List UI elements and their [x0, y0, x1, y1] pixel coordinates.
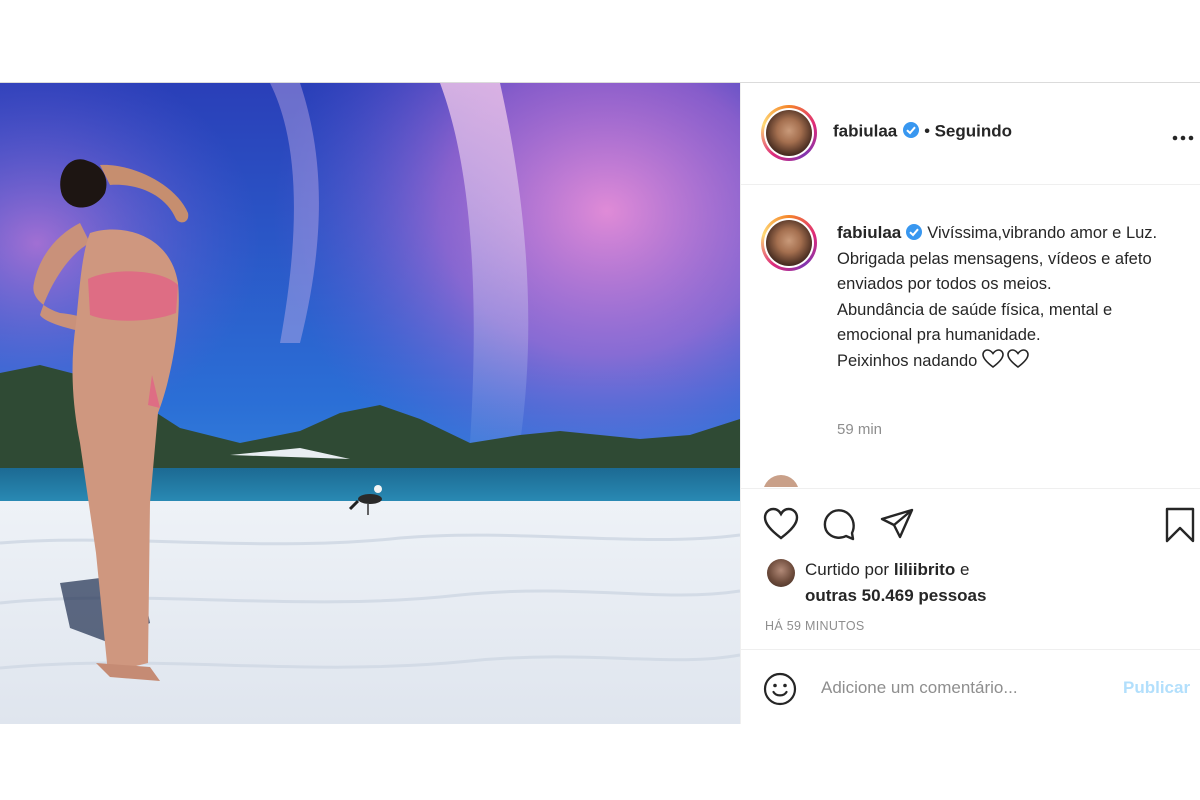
verified-badge-icon: [902, 121, 920, 144]
comment-input[interactable]: Adicione um comentário...: [821, 678, 1018, 698]
next-comment-peek: [763, 475, 799, 487]
comment-icon[interactable]: [821, 507, 857, 548]
liker-avatar[interactable]: [767, 559, 795, 587]
post-actions: Curtido por liliibrito e outras 50.469 p…: [741, 488, 1200, 724]
publish-button[interactable]: Publicar: [1123, 678, 1190, 698]
header-separator: •: [924, 121, 931, 141]
likes-prefix: Curtido por: [805, 560, 890, 579]
heart-icon[interactable]: [763, 507, 799, 546]
caption-line-2: Obrigada pelas mensagens, vídeos e afeto…: [837, 249, 1152, 294]
heart-emoji-icon: [982, 348, 1030, 378]
caption-username[interactable]: fabiulaa: [837, 223, 901, 242]
header-meta: fabiulaa • Seguindo: [833, 121, 1012, 144]
post-timestamp[interactable]: HÁ 59 MINUTOS: [765, 619, 865, 633]
more-dots-icon[interactable]: [1171, 129, 1195, 147]
caption-line-1: Vivíssima,vibrando amor e Luz.: [927, 224, 1158, 242]
verified-badge-icon: [905, 221, 927, 247]
likes-user-link[interactable]: liliibrito: [894, 560, 955, 579]
post-header: fabiulaa • Seguindo: [741, 83, 1200, 185]
caption-line-4: Peixinhos nadando: [837, 351, 978, 370]
beach-photo-image: [0, 83, 740, 724]
author-avatar[interactable]: [761, 105, 817, 161]
comment-bar: Adicione um comentário... Publicar: [741, 649, 1200, 725]
instagram-post: fabiulaa • Seguindo fabiulaa Vivíssima,vi…: [0, 82, 1200, 724]
bookmark-icon[interactable]: [1163, 507, 1197, 548]
caption-avatar[interactable]: [761, 215, 817, 271]
emoji-icon[interactable]: [763, 672, 797, 711]
author-username[interactable]: fabiulaa: [833, 122, 897, 141]
likes-others-link[interactable]: outras 50.469 pessoas: [805, 586, 986, 605]
post-caption: fabiulaa Vivíssima,vibrando amor e Luz. O…: [837, 220, 1182, 377]
send-icon[interactable]: [879, 507, 915, 546]
post-photo[interactable]: [0, 83, 740, 724]
likes-summary: Curtido por liliibrito e outras 50.469 p…: [805, 557, 986, 609]
post-side-panel: fabiulaa • Seguindo fabiulaa Vivíssima,vi…: [740, 83, 1200, 724]
following-button[interactable]: Seguindo: [935, 122, 1012, 141]
caption-time: 59 min: [837, 421, 883, 438]
likes-connector: e: [959, 560, 970, 579]
caption-line-3: Abundância de saúde física, mental e emo…: [837, 300, 1113, 345]
